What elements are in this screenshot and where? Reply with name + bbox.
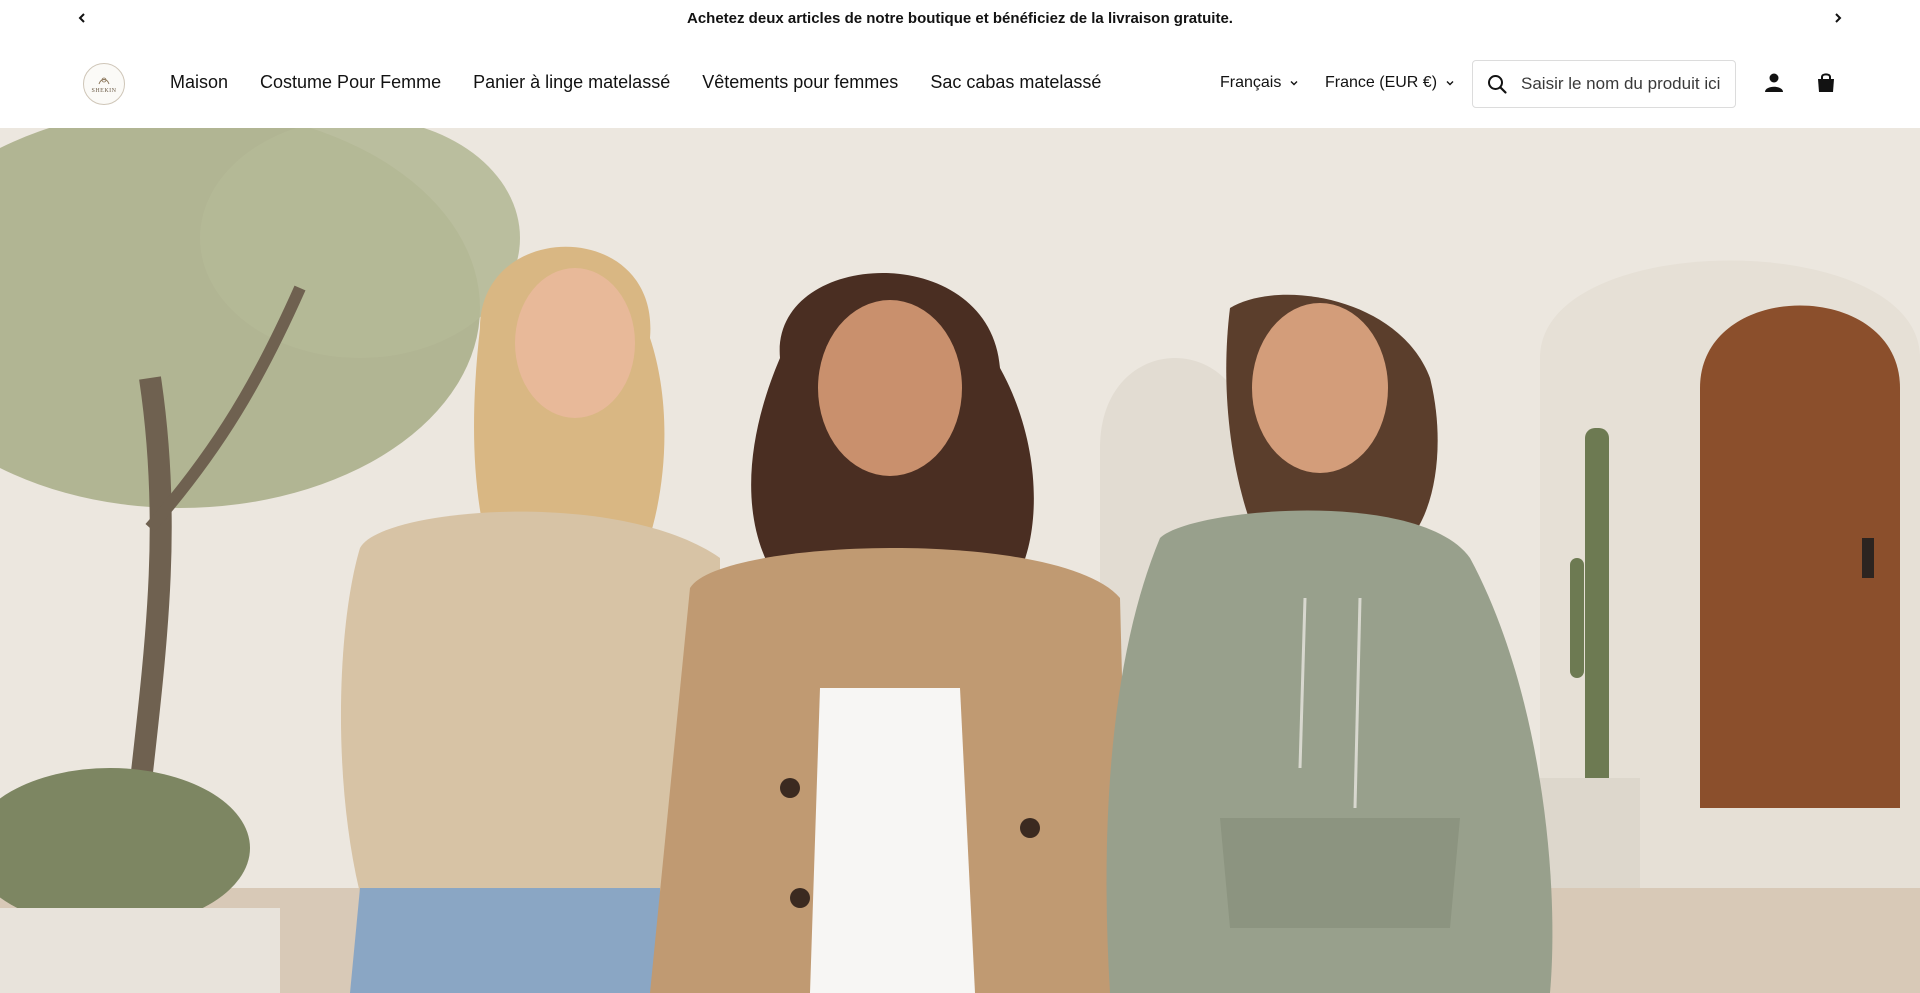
- store-logo[interactable]: SHEKIN: [83, 63, 125, 105]
- nav-item-maison[interactable]: Maison: [154, 72, 244, 93]
- nav-item-costume-pour-femme[interactable]: Costume Pour Femme: [244, 72, 457, 93]
- country-value: France (EUR €): [1325, 74, 1438, 91]
- search-box: [1472, 60, 1736, 108]
- logo-text: SHEKIN: [91, 87, 117, 94]
- chevron-down-icon: [1445, 78, 1455, 88]
- logo-mark-icon: [98, 77, 110, 84]
- chevron-down-icon: [1289, 78, 1299, 88]
- main-nav: Maison Costume Pour Femme Panier à linge…: [154, 72, 1117, 93]
- chevron-right-icon: [1832, 11, 1844, 29]
- hero-banner[interactable]: [0, 128, 1920, 993]
- nav-item-sac-cabas[interactable]: Sac cabas matelassé: [914, 72, 1117, 93]
- nav-item-panier-a-linge[interactable]: Panier à linge matelassé: [457, 72, 686, 93]
- search-icon[interactable]: [1473, 60, 1521, 108]
- language-value: Français: [1220, 74, 1282, 91]
- announcement-bar: Achetez deux articles de notre boutique …: [0, 0, 1920, 40]
- announcement-next-button[interactable]: [1826, 8, 1850, 32]
- nav-item-vetements-pour-femmes[interactable]: Vêtements pour femmes: [686, 72, 914, 93]
- announcement-text: Achetez deux articles de notre boutique …: [687, 10, 1233, 27]
- shopping-bag-icon[interactable]: [1813, 70, 1839, 96]
- search-input[interactable]: [1521, 64, 1725, 104]
- site-header: SHEKIN Maison Costume Pour Femme Panier …: [0, 40, 1920, 128]
- account-icon[interactable]: [1761, 70, 1787, 96]
- hero-image: [0, 128, 1920, 993]
- language-selector[interactable]: Français: [1220, 74, 1299, 92]
- country-selector[interactable]: France (EUR €): [1325, 74, 1455, 92]
